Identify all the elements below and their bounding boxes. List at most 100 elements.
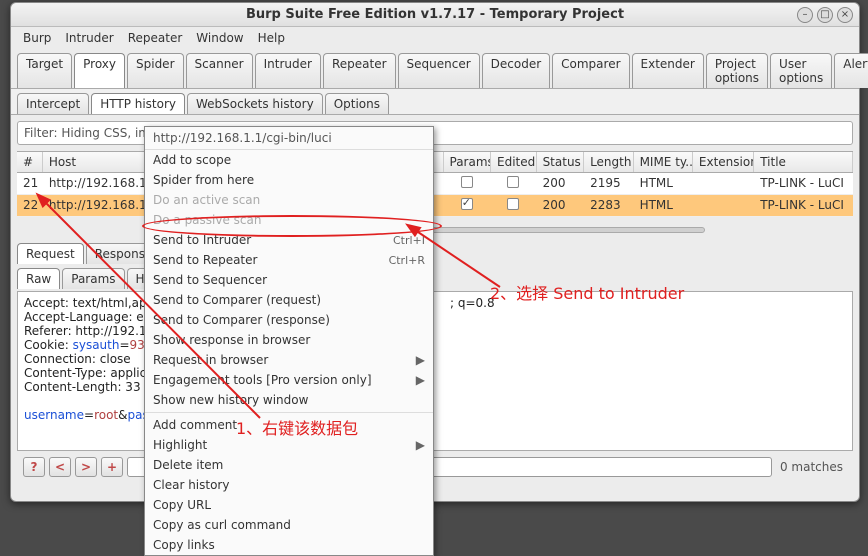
cell-ext (693, 173, 754, 194)
col-length[interactable]: Length (584, 152, 633, 172)
subtab-options[interactable]: Options (325, 93, 389, 114)
ctx-item-label: Engagement tools [Pro version only] (153, 373, 372, 387)
http-right: ; q=0.8 (450, 296, 495, 310)
tab-repeater[interactable]: Repeater (323, 53, 396, 88)
ctx-item-label: Show response in browser (153, 333, 310, 347)
col-params[interactable]: Params (444, 152, 492, 172)
minimize-button[interactable]: – (797, 7, 813, 23)
tab-alerts[interactable]: Alerts (834, 53, 868, 88)
ctx-item[interactable]: Send to Sequencer (145, 270, 433, 290)
ctx-item[interactable]: Clear history (145, 475, 433, 495)
ctx-item-label: Copy as curl command (153, 518, 291, 532)
table-row[interactable]: 22 http://192.168.1.1 200 2283 HTML TP-L… (17, 195, 853, 217)
tab-proxy[interactable]: Proxy (74, 53, 125, 88)
tab-request[interactable]: Request (17, 243, 84, 264)
chevron-right-icon: ▶ (416, 438, 425, 452)
cell-host: http://192.168.1.1 (43, 173, 148, 194)
checkbox-icon (461, 198, 473, 210)
chevron-right-icon: ▶ (416, 373, 425, 387)
tab-intruder[interactable]: Intruder (255, 53, 321, 88)
tab-extender[interactable]: Extender (632, 53, 704, 88)
raw-params-tabs: Raw Params He (11, 264, 859, 289)
ctx-item[interactable]: Engagement tools [Pro version only] ▶ (145, 370, 433, 390)
search-bar: ? < > + 0 matches (17, 453, 853, 481)
cell-mime: HTML (634, 173, 693, 194)
ctx-item[interactable]: Copy URL (145, 495, 433, 515)
ctx-item-label: Highlight (153, 438, 207, 452)
col-status[interactable]: Status (537, 152, 585, 172)
cell-num: 21 (17, 173, 43, 194)
ctx-item[interactable]: Show response in browser (145, 330, 433, 350)
ctx-item-label: Show new history window (153, 393, 308, 407)
subtab-intercept[interactable]: Intercept (17, 93, 89, 114)
cell-edited (491, 195, 537, 216)
request-response-tabs: Request Response (11, 243, 859, 264)
ctx-item-label: Add comment (153, 418, 237, 432)
cell-num: 22 (17, 195, 43, 216)
filter-bar[interactable]: Filter: Hiding CSS, imag (17, 121, 853, 145)
menu-help[interactable]: Help (252, 29, 291, 47)
ctx-item[interactable]: Send to Repeater Ctrl+R (145, 250, 433, 270)
col-extension[interactable]: Extension (693, 152, 754, 172)
tab-project-options[interactable]: Project options (706, 53, 768, 88)
history-table-header: # Host Params Edited Status Length MIME … (17, 151, 853, 173)
ctx-item[interactable]: Highlight ▶ (145, 435, 433, 455)
ctx-url: http://192.168.1.1/cgi-bin/luci (145, 127, 433, 150)
ctx-item[interactable]: Add comment (145, 415, 433, 435)
prev-match-button[interactable]: < (49, 457, 71, 477)
menu-window[interactable]: Window (190, 29, 249, 47)
menu-repeater[interactable]: Repeater (122, 29, 189, 47)
ctx-item[interactable]: Delete item (145, 455, 433, 475)
ctx-shortcut: Ctrl+R (389, 254, 425, 267)
tab-decoder[interactable]: Decoder (482, 53, 551, 88)
add-button[interactable]: + (101, 457, 123, 477)
tab-spider[interactable]: Spider (127, 53, 184, 88)
subtab-websockets-history[interactable]: WebSockets history (187, 93, 323, 114)
maximize-button[interactable]: □ (817, 7, 833, 23)
cell-title: TP-LINK - LuCI (754, 195, 853, 216)
col-host[interactable]: Host (43, 152, 148, 172)
next-match-button[interactable]: > (75, 457, 97, 477)
ctx-separator (145, 412, 433, 413)
tab-raw[interactable]: Raw (17, 268, 60, 289)
cell-status: 200 (537, 195, 585, 216)
ctx-item: Do an active scan (145, 190, 433, 210)
ctx-item-label: Request in browser (153, 353, 268, 367)
tab-user-options[interactable]: User options (770, 53, 832, 88)
menu-intruder[interactable]: Intruder (59, 29, 119, 47)
ctx-item[interactable]: Copy links (145, 535, 433, 555)
help-button[interactable]: ? (23, 457, 45, 477)
ctx-item[interactable]: Send to Comparer (request) (145, 290, 433, 310)
cell-title: TP-LINK - LuCI (754, 173, 853, 194)
col-num[interactable]: # (17, 152, 43, 172)
tab-params[interactable]: Params (62, 268, 124, 289)
col-edited[interactable]: Edited (491, 152, 537, 172)
tab-sequencer[interactable]: Sequencer (398, 53, 480, 88)
ctx-item[interactable]: Send to Comparer (response) (145, 310, 433, 330)
table-row[interactable]: 21 http://192.168.1.1 200 2195 HTML TP-L… (17, 173, 853, 195)
close-button[interactable]: × (837, 7, 853, 23)
tab-target[interactable]: Target (17, 53, 72, 88)
cell-length: 2283 (584, 195, 633, 216)
ctx-item-label: Send to Comparer (response) (153, 313, 330, 327)
ctx-item[interactable]: Request in browser▶ (145, 350, 433, 370)
ctx-item[interactable]: Send to IntruderCtrl+I (145, 230, 433, 250)
tab-scanner[interactable]: Scanner (186, 53, 253, 88)
ctx-item[interactable]: Show new history window (145, 390, 433, 410)
cell-mime: HTML (634, 195, 693, 216)
ctx-item[interactable]: Copy as curl command (145, 515, 433, 535)
ctx-item[interactable]: Add to scope (145, 150, 433, 170)
titlebar: Burp Suite Free Edition v1.7.17 - Tempor… (11, 3, 859, 27)
splitter[interactable] (17, 223, 853, 237)
ctx-item-label: Send to Repeater (153, 253, 257, 267)
col-title[interactable]: Title (754, 152, 853, 172)
ctx-item[interactable]: Spider from here (145, 170, 433, 190)
menu-burp[interactable]: Burp (17, 29, 57, 47)
request-content[interactable]: Accept: text/html,appl Accept-Language: … (17, 291, 853, 451)
ctx-item-label: Send to Sequencer (153, 273, 267, 287)
window-buttons: – □ × (797, 7, 853, 23)
ctx-item-label: Clear history (153, 478, 229, 492)
col-mime[interactable]: MIME ty... (634, 152, 693, 172)
subtab-http-history[interactable]: HTTP history (91, 93, 185, 114)
tab-comparer[interactable]: Comparer (552, 53, 629, 88)
